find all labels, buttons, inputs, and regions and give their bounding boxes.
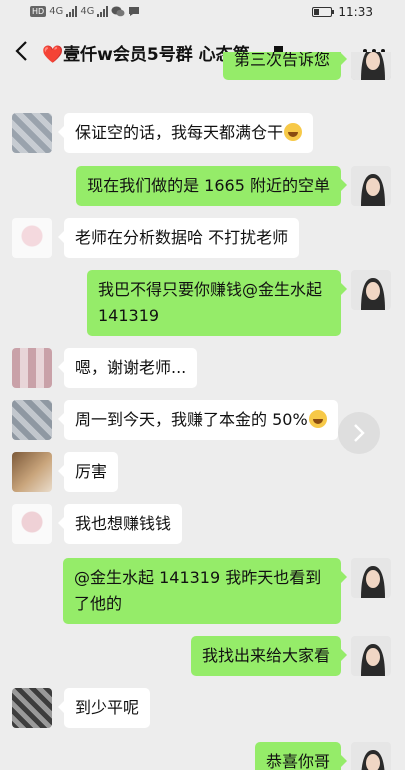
avatar[interactable]	[12, 452, 52, 492]
avatar[interactable]	[351, 636, 391, 676]
avatar[interactable]	[12, 113, 52, 153]
message-list[interactable]: 第三次告诉您 保证空的话，我每天都满仓干 现在我们做的是 1665 附近的空单 …	[0, 52, 405, 770]
message-text: 周一到今天，我赚了本金的 50%	[75, 410, 308, 429]
message-row: 我也想赚钱钱	[0, 502, 405, 550]
battery-icon	[312, 7, 335, 17]
message-bubble[interactable]: 厉害	[57, 452, 119, 492]
hd-badge: HD	[30, 6, 47, 17]
message-row: 保证空的话，我每天都满仓干	[0, 110, 405, 158]
message-bubble[interactable]: 保证空的话，我每天都满仓干	[57, 113, 314, 153]
network-indicators: HD 4G 4G	[30, 6, 140, 17]
network-label-1: 4G	[49, 6, 64, 17]
message-line: @金生水起 141319 我昨天也看到	[74, 568, 322, 587]
message-row: 老师在分析数据哈 不打扰老师	[0, 216, 405, 264]
message-row: 我找出来给大家看	[0, 634, 405, 682]
message-bubble[interactable]: 恭喜你哥	[254, 742, 348, 770]
message-line: 141319	[98, 306, 160, 325]
avatar[interactable]	[12, 504, 52, 544]
avatar[interactable]	[351, 558, 391, 598]
woman-portrait-icon	[351, 52, 391, 80]
message-bubble[interactable]: 我也想赚钱钱	[57, 504, 183, 544]
signal-icon-2	[97, 6, 109, 17]
message-row: 第三次告诉您	[0, 52, 405, 82]
message-bubble[interactable]: 老师在分析数据哈 不打扰老师	[57, 218, 300, 258]
status-right: 11:33	[312, 5, 373, 19]
wechat-icon	[111, 6, 125, 17]
message-row: 嗯，谢谢老师...	[0, 346, 405, 394]
avatar[interactable]	[351, 166, 391, 206]
message-row: 现在我们做的是 1665 附近的空单	[0, 164, 405, 212]
message-bubble[interactable]: 第三次告诉您	[222, 52, 348, 80]
message-bubble[interactable]: 我巴不得只要你赚钱@金生水起 141319	[87, 270, 347, 336]
message-bubble[interactable]: 现在我们做的是 1665 附近的空单	[76, 166, 347, 206]
avatar[interactable]	[351, 52, 391, 80]
signal-icon	[66, 6, 78, 17]
woman-portrait-icon	[351, 558, 391, 598]
message-row: 到少平呢	[0, 686, 405, 734]
money-face-emoji-icon	[284, 123, 303, 141]
avatar[interactable]	[351, 270, 391, 310]
message-line: 了他的	[74, 594, 123, 613]
woman-portrait-icon	[351, 742, 391, 770]
message-bubble[interactable]: 嗯，谢谢老师...	[57, 348, 198, 388]
chevron-right-icon	[354, 424, 365, 442]
message-row: 恭喜你哥	[0, 740, 405, 770]
woman-portrait-icon	[351, 270, 391, 310]
avatar[interactable]	[351, 742, 391, 770]
avatar[interactable]	[12, 348, 52, 388]
message-row: 我巴不得只要你赚钱@金生水起 141319	[0, 268, 405, 340]
message-text: 保证空的话，我每天都满仓干	[75, 123, 284, 142]
message-bubble[interactable]: 周一到今天，我赚了本金的 50%	[58, 400, 338, 440]
avatar[interactable]	[12, 400, 52, 440]
avatar[interactable]	[12, 218, 52, 258]
avatar[interactable]	[12, 688, 52, 728]
message-bubble[interactable]: 到少平呢	[57, 688, 151, 728]
message-bubble[interactable]: @金生水起 141319 我昨天也看到 了他的	[63, 558, 347, 624]
clock: 11:33	[338, 5, 373, 19]
network-label-2: 4G	[80, 6, 95, 17]
forward-button[interactable]	[338, 412, 380, 454]
message-row: 厉害	[0, 450, 405, 498]
status-bar: HD 4G 4G 11:33	[0, 0, 405, 26]
woman-portrait-icon	[351, 166, 391, 206]
woman-portrait-icon	[351, 636, 391, 676]
message-icon	[129, 7, 140, 16]
message-bubble[interactable]: 我找出来给大家看	[190, 636, 348, 676]
message-line: 我巴不得只要你赚钱@金生水起	[98, 280, 323, 299]
message-row: @金生水起 141319 我昨天也看到 了他的	[0, 556, 405, 628]
grin-emoji-icon	[308, 410, 327, 428]
